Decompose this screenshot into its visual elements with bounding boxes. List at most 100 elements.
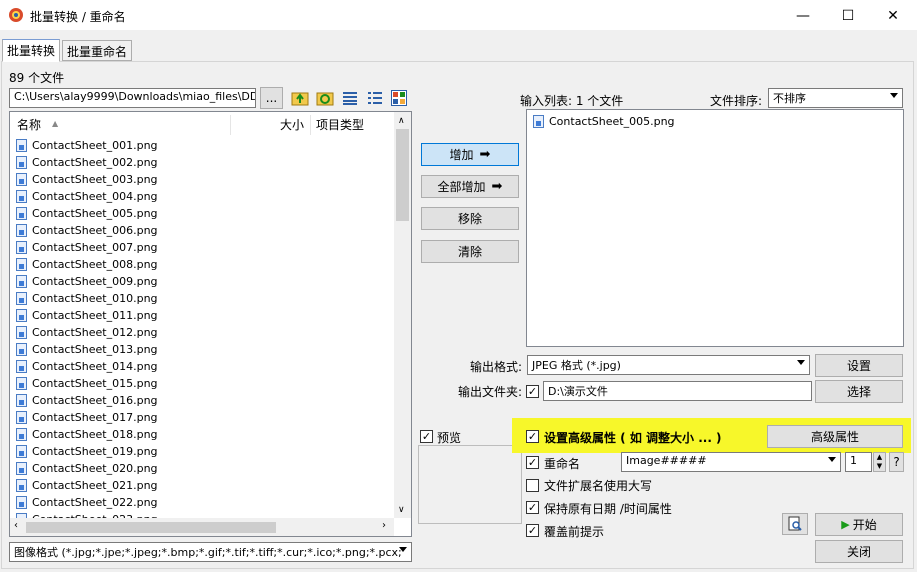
chevron-down-icon [828, 457, 836, 462]
rename-pattern-select[interactable]: Image##### [621, 452, 841, 472]
advanced-properties-button[interactable]: 高级属性 [767, 425, 903, 448]
scroll-right-icon[interactable]: › [382, 520, 386, 531]
rename-checkbox[interactable]: ✓ [526, 456, 539, 469]
file-row[interactable]: ContactSheet_020.png [16, 460, 158, 477]
refresh-icon[interactable] [316, 89, 334, 107]
image-file-icon [16, 190, 27, 203]
horizontal-scroll-thumb[interactable] [26, 522, 276, 533]
column-size[interactable]: 大小 [280, 112, 304, 136]
path-input[interactable]: C:\Users\alay9999\Downloads\miao_files\D… [9, 88, 256, 108]
input-list[interactable]: ContactSheet_005.png [526, 109, 904, 347]
column-divider [230, 115, 231, 135]
choose-folder-button[interactable]: 选择 [815, 380, 903, 403]
image-file-icon [16, 156, 27, 169]
close-window-button[interactable]: ✕ [870, 0, 916, 31]
column-name[interactable]: 名称 [17, 112, 41, 136]
file-row[interactable]: ContactSheet_010.png [16, 290, 158, 307]
file-row[interactable]: ContactSheet_015.png [16, 375, 158, 392]
play-icon: ▶ [841, 518, 850, 531]
scroll-left-icon[interactable]: ‹ [14, 520, 18, 531]
image-file-icon [16, 411, 27, 424]
sort-value: 不排序 [773, 92, 806, 105]
image-file-icon [16, 360, 27, 373]
minimize-button[interactable]: — [780, 0, 826, 31]
preview-checkbox[interactable]: ✓ [420, 430, 433, 443]
ext-uppercase-checkbox[interactable] [526, 479, 539, 492]
add-button[interactable]: 增加 ➡ [421, 143, 519, 166]
help-button[interactable]: ? [889, 452, 904, 472]
file-row[interactable]: ContactSheet_017.png [16, 409, 158, 426]
file-row[interactable]: ContactSheet_016.png [16, 392, 158, 409]
spin-up-icon[interactable]: ▲ [874, 453, 885, 462]
image-file-icon [16, 343, 27, 356]
sort-label: 文件排序: [710, 94, 763, 108]
keep-date-label: 保持原有日期 /时间属性 [544, 502, 672, 516]
column-type[interactable]: 项目类型 [316, 112, 364, 136]
file-row-name: ContactSheet_011.png [32, 309, 158, 322]
close-button[interactable]: 关闭 [815, 540, 903, 563]
filter-select[interactable]: 图像格式 (*.jpg;*.jpe;*.jpeg;*.bmp;*.gif;*.t… [9, 542, 412, 562]
rename-start-input[interactable]: 1 [845, 452, 872, 472]
file-row-name: ContactSheet_009.png [32, 275, 158, 288]
file-row[interactable]: ContactSheet_002.png [16, 154, 158, 171]
rename-start-spinner[interactable]: ▲ ▼ [873, 452, 886, 472]
image-file-icon [16, 462, 27, 475]
image-file-icon [16, 258, 27, 271]
file-row[interactable]: ContactSheet_018.png [16, 426, 158, 443]
file-row-name: ContactSheet_019.png [32, 445, 158, 458]
thumbnail-view-icon[interactable] [391, 90, 407, 106]
file-row[interactable]: ContactSheet_003.png [16, 171, 158, 188]
image-file-icon [16, 275, 27, 288]
file-row[interactable]: ContactSheet_006.png [16, 222, 158, 239]
file-row[interactable]: ContactSheet_001.png [16, 137, 158, 154]
file-row[interactable]: ContactSheet_007.png [16, 239, 158, 256]
sort-select[interactable]: 不排序 [768, 88, 903, 108]
vertical-scroll-thumb[interactable] [396, 129, 409, 221]
folder-up-icon[interactable] [291, 89, 309, 107]
file-row[interactable]: ContactSheet_021.png [16, 477, 158, 494]
image-file-icon [16, 309, 27, 322]
preview-area [418, 445, 522, 524]
file-row[interactable]: ContactSheet_013.png [16, 341, 158, 358]
image-file-icon [16, 207, 27, 220]
list-item[interactable]: ContactSheet_005.png [533, 113, 675, 130]
tab-batch-convert[interactable]: 批量转换 [2, 39, 60, 62]
file-row[interactable]: ContactSheet_008.png [16, 256, 158, 273]
file-row[interactable]: ContactSheet_022.png [16, 494, 158, 511]
keep-date-checkbox[interactable]: ✓ [526, 501, 539, 514]
clear-button[interactable]: 清除 [421, 240, 519, 263]
file-row[interactable]: ContactSheet_011.png [16, 307, 158, 324]
file-row[interactable]: ContactSheet_019.png [16, 443, 158, 460]
tab-batch-rename[interactable]: 批量重命名 [62, 40, 132, 61]
maximize-button[interactable]: ☐ [825, 0, 871, 31]
scroll-up-icon[interactable]: ∧ [398, 116, 405, 126]
tab-label: 批量重命名 [67, 45, 128, 59]
add-all-button[interactable]: 全部增加 ➡ [421, 175, 519, 198]
file-list[interactable]: 名称 ▲ 大小 项目类型 ContactSheet_001.png Contact… [9, 111, 412, 537]
settings-button[interactable]: 设置 [815, 354, 903, 377]
file-row[interactable]: ContactSheet_012.png [16, 324, 158, 341]
image-file-icon [16, 241, 27, 254]
list-view-icon[interactable] [367, 90, 383, 106]
output-folder-checkbox[interactable]: ✓ [526, 385, 539, 398]
details-view-icon[interactable] [342, 90, 358, 106]
file-row[interactable]: ContactSheet_005.png [16, 205, 158, 222]
file-row[interactable]: ContactSheet_014.png [16, 358, 158, 375]
file-row[interactable]: ContactSheet_009.png [16, 273, 158, 290]
output-folder-input[interactable]: D:\演示文件 [543, 381, 812, 401]
add-all-button-label: 全部增加 [437, 180, 486, 194]
output-format-select[interactable]: JPEG 格式 (*.jpg) [527, 355, 810, 375]
image-file-icon [16, 224, 27, 237]
start-button[interactable]: ▶ 开始 [815, 513, 903, 536]
overwrite-prompt-checkbox[interactable]: ✓ [526, 524, 539, 537]
file-row-name: ContactSheet_006.png [32, 224, 158, 237]
browse-button[interactable]: ... [260, 87, 283, 109]
advanced-checkbox[interactable]: ✓ [526, 430, 539, 443]
start-button-label: 开始 [852, 518, 877, 532]
spin-down-icon[interactable]: ▼ [874, 462, 885, 471]
app-icon [8, 7, 24, 23]
scroll-down-icon[interactable]: ∨ [398, 505, 405, 515]
remove-button[interactable]: 移除 [421, 207, 519, 230]
file-row[interactable]: ContactSheet_004.png [16, 188, 158, 205]
preview-file-button[interactable] [782, 513, 808, 535]
